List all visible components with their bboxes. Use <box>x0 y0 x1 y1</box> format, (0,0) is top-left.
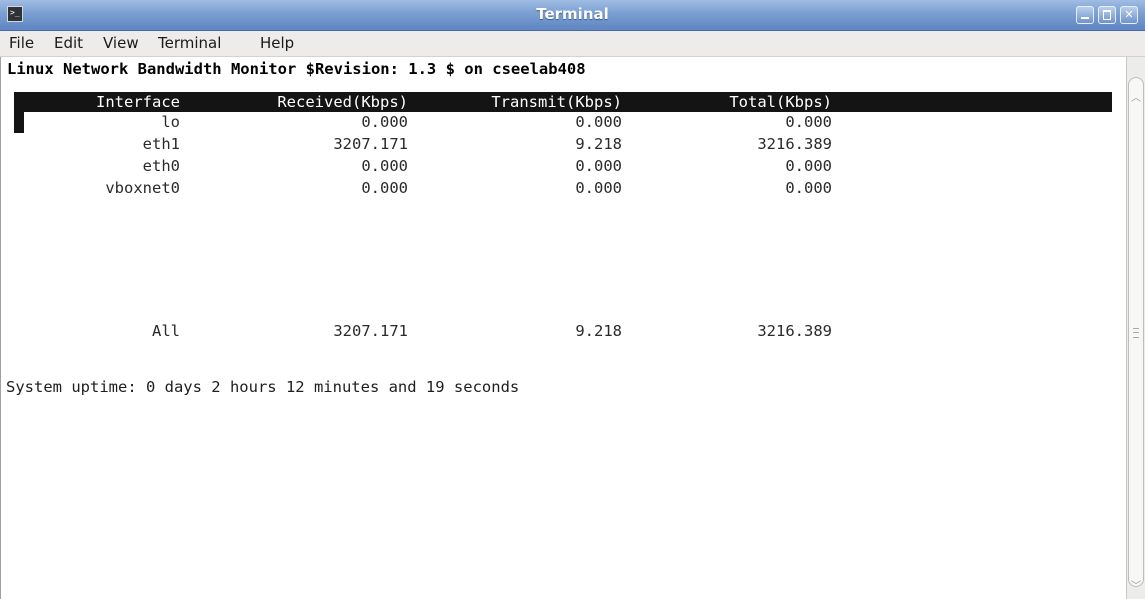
received-value: 0.000 <box>361 179 408 197</box>
transmit-value: 9.218 <box>575 135 622 153</box>
transmit-value: 0.000 <box>575 113 622 131</box>
interface-name: eth0 <box>142 157 180 175</box>
summary-row: All 3207.171 9.218 3216.389 <box>14 320 1112 342</box>
transmit-value: 0.000 <box>575 179 622 197</box>
chevron-up-icon[interactable]: ︿ <box>1128 91 1144 107</box>
received-value: 0.000 <box>361 113 408 131</box>
uptime-line: System uptime: 0 days 2 hours 12 minutes… <box>6 378 520 396</box>
total-value: 3216.389 <box>757 135 832 153</box>
close-icon[interactable]: ✕ <box>1120 6 1138 24</box>
table-row: lo 0.000 0.000 0.000 <box>14 111 1112 133</box>
table-row: eth0 0.000 0.000 0.000 <box>14 155 1112 177</box>
table-row: eth1 3207.171 9.218 3216.389 <box>14 133 1112 155</box>
vertical-scrollbar[interactable]: ︿ ﹀ <box>1126 57 1145 599</box>
total-value: 0.000 <box>785 179 832 197</box>
transmit-value: 0.000 <box>575 157 622 175</box>
received-value: 3207.171 <box>333 135 408 153</box>
chevron-down-icon[interactable]: ﹀ <box>1128 579 1144 595</box>
terminal-window: >_ Terminal ✕ File Edit View Terminal He… <box>0 0 1145 599</box>
transmit-value: 9.218 <box>575 322 622 340</box>
total-value: 0.000 <box>785 157 832 175</box>
interface-name: eth1 <box>142 135 180 153</box>
scrollbar-thumb[interactable] <box>1128 77 1144 587</box>
received-value: 0.000 <box>361 157 408 175</box>
table-row: vboxnet0 0.000 0.000 0.000 <box>14 177 1112 199</box>
received-value: 3207.171 <box>333 322 408 340</box>
bandwidth-table: lo 0.000 0.000 0.000 eth1 3207.171 9.218… <box>14 0 1112 599</box>
grip-icon <box>1133 328 1139 338</box>
interface-name: All <box>152 322 180 340</box>
total-value: 0.000 <box>785 113 832 131</box>
interface-name: lo <box>161 113 180 131</box>
total-value: 3216.389 <box>757 322 832 340</box>
interface-name: vboxnet0 <box>105 179 180 197</box>
